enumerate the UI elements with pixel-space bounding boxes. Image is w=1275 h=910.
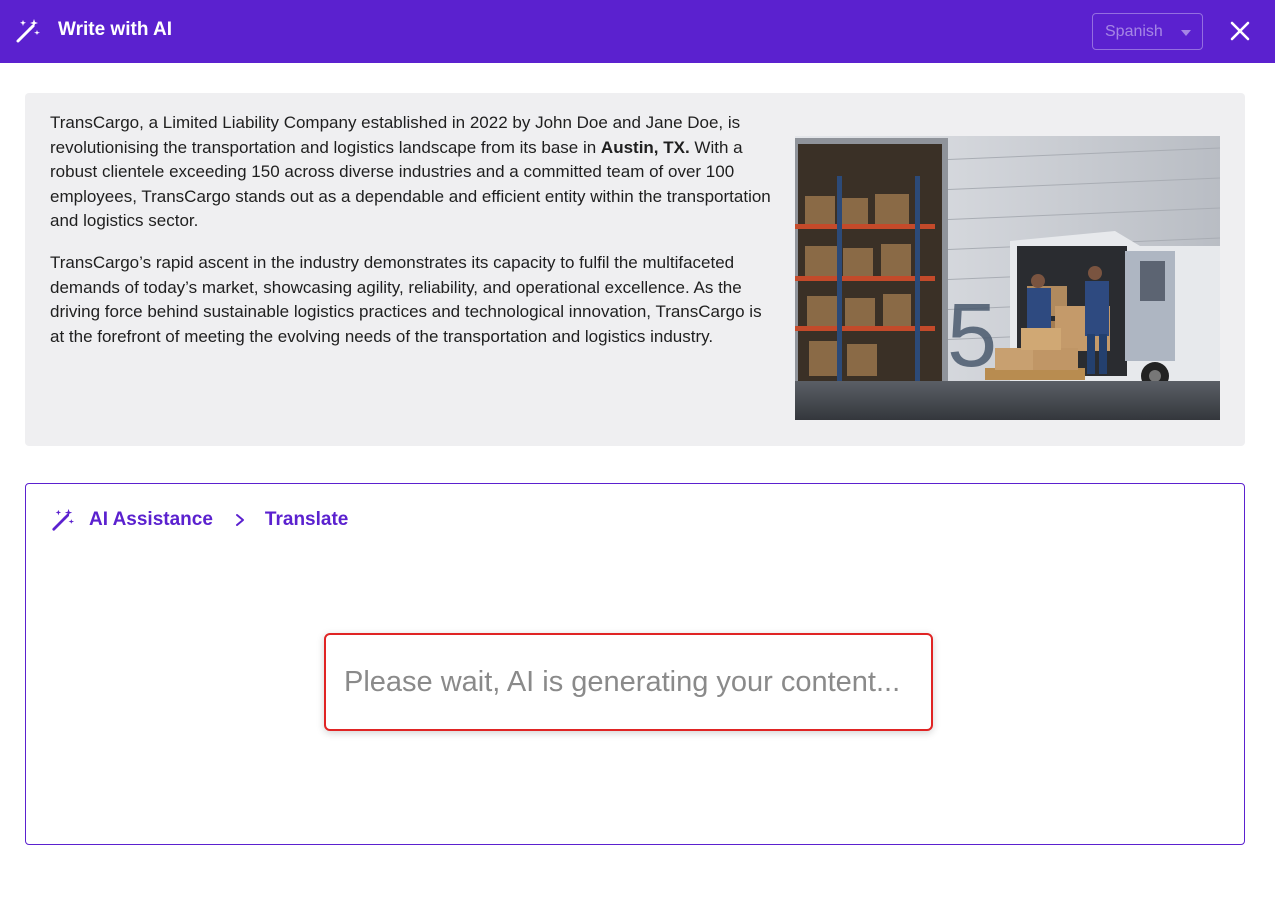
paragraph-2: TransCargo’s rapid ascent in the industr… xyxy=(50,252,762,346)
chevron-right-icon xyxy=(235,514,244,526)
source-content-card: TransCargo, a Limited Liability Company … xyxy=(25,93,1245,446)
location-bold: Austin, TX. xyxy=(600,137,690,157)
loading-message-box: Please wait, AI is generating your conte… xyxy=(324,633,933,731)
language-select[interactable]: Spanish xyxy=(1092,13,1203,50)
paragraph-1: TransCargo, a Limited Liability Company … xyxy=(50,113,771,231)
close-icon[interactable] xyxy=(1228,19,1252,43)
chevron-down-icon xyxy=(1181,30,1191,36)
dialog-header: Write with AI Spanish xyxy=(0,0,1275,63)
loading-message: Please wait, AI is generating your conte… xyxy=(344,665,901,698)
breadcrumb-ai-assistance[interactable]: AI Assistance xyxy=(89,509,213,531)
breadcrumb: AI Assistance Translate xyxy=(51,508,348,532)
source-text[interactable]: TransCargo, a Limited Liability Company … xyxy=(50,111,775,366)
dialog-title: Write with AI xyxy=(58,19,172,40)
warehouse-van-photo: 5 xyxy=(795,136,1220,420)
magic-wand-icon xyxy=(52,508,75,531)
magic-wand-icon xyxy=(16,19,40,43)
language-select-value: Spanish xyxy=(1105,22,1163,40)
breadcrumb-translate[interactable]: Translate xyxy=(265,509,348,531)
ai-assistance-panel: AI Assistance Translate Please wait, AI … xyxy=(25,483,1245,845)
